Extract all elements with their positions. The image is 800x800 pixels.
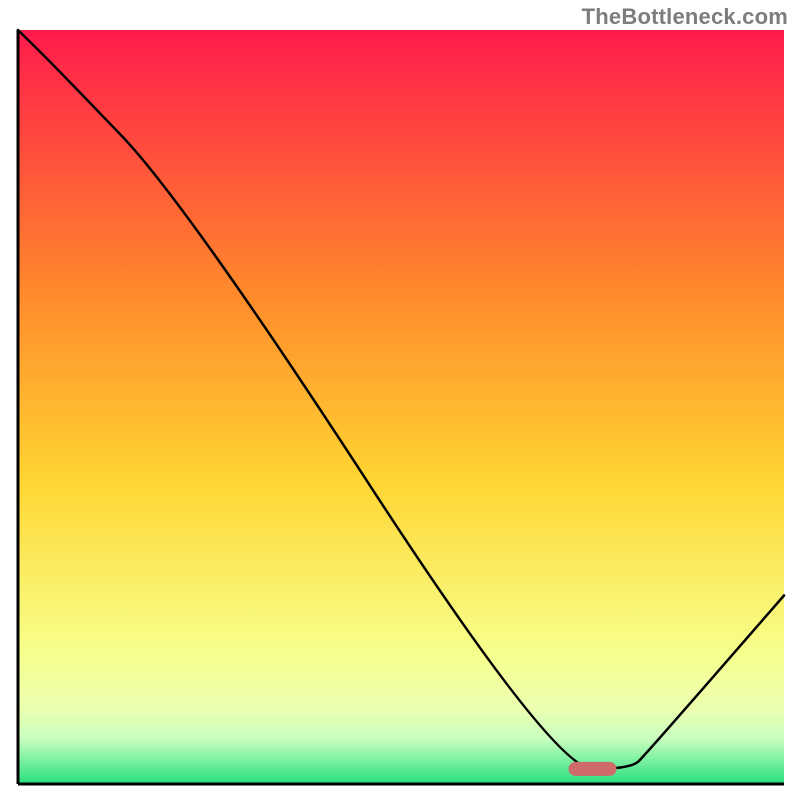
watermark-text: TheBottleneck.com — [582, 4, 788, 30]
optimal-marker — [569, 762, 617, 776]
plot-background-gradient — [18, 30, 784, 784]
bottleneck-chart — [0, 0, 800, 800]
